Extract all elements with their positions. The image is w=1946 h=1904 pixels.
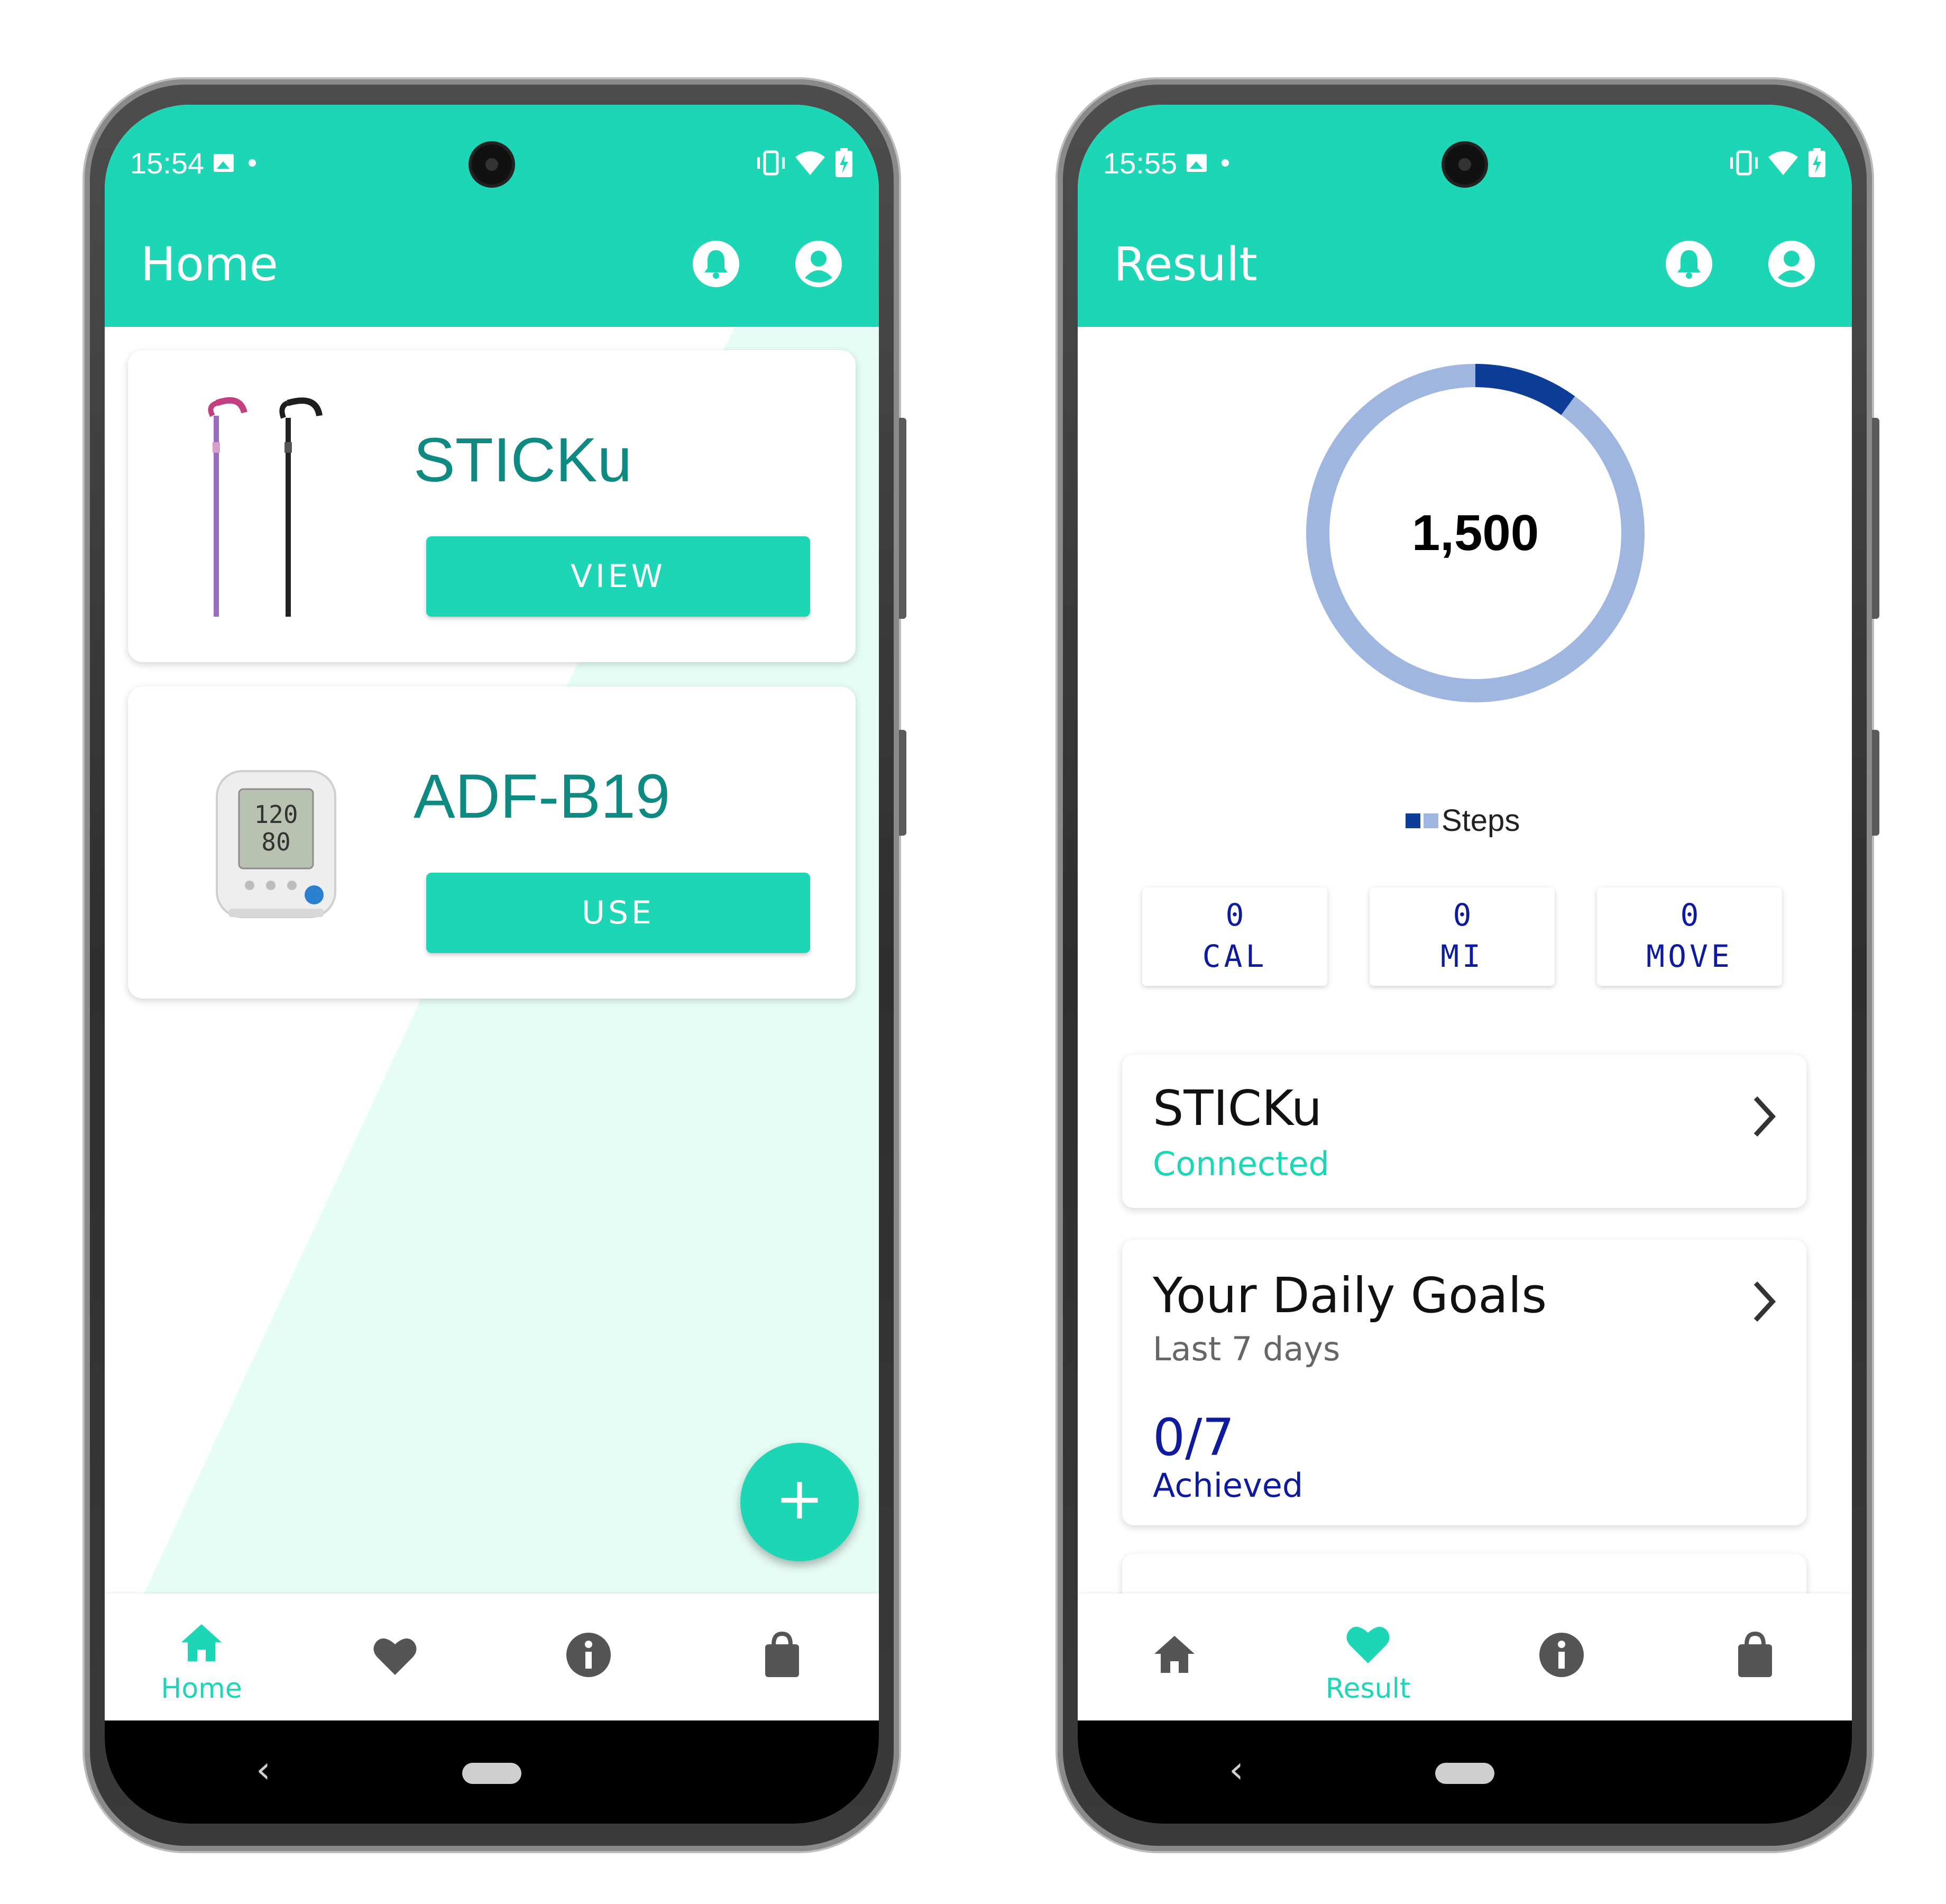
power-button xyxy=(1872,730,1879,836)
walking-cane-image xyxy=(208,397,323,617)
nav-label: Home xyxy=(161,1673,242,1705)
stat-value: 0 xyxy=(1453,897,1472,933)
info-icon xyxy=(566,1633,611,1677)
system-navigation-bar: ‹ xyxy=(1078,1720,1852,1824)
device-card-adf-b19: 120 80 ADF-B19 USE xyxy=(128,686,856,999)
nav-item-info[interactable] xyxy=(492,1594,685,1720)
heart-icon xyxy=(1346,1626,1390,1663)
nav-item-result[interactable]: Result xyxy=(1271,1594,1465,1720)
info-icon xyxy=(1539,1633,1584,1677)
stat-unit: MI xyxy=(1440,938,1484,974)
back-icon[interactable]: ‹ xyxy=(1229,1748,1244,1791)
notification-dot-icon xyxy=(249,159,256,167)
steps-value: 1,500 xyxy=(1411,505,1539,561)
monitor-reading-systolic: 120 xyxy=(254,800,298,829)
shopping-bag-icon xyxy=(765,1631,799,1677)
front-camera xyxy=(472,144,512,185)
phone-result-screen: 15:55 Result 1,500 Steps 0 CAL 0 MI 0 MO… xyxy=(1058,79,1879,1851)
status-time: 15:54 xyxy=(130,146,205,180)
bell-icon[interactable] xyxy=(1665,240,1713,288)
device-title: STICKu xyxy=(1153,1080,1323,1137)
chevron-right-icon xyxy=(1754,1281,1776,1322)
account-icon[interactable] xyxy=(794,240,843,288)
wifi-icon xyxy=(795,151,825,175)
home-pill[interactable] xyxy=(462,1763,521,1784)
back-icon[interactable]: ‹ xyxy=(256,1748,271,1791)
use-button[interactable]: USE xyxy=(426,873,810,953)
bell-icon[interactable] xyxy=(692,240,740,288)
vibrate-icon xyxy=(757,150,785,176)
battery-icon xyxy=(836,148,852,177)
goals-period: Last 7 days xyxy=(1153,1330,1341,1368)
daily-goals-card[interactable]: Your Daily Goals Last 7 days 0/7 Achieve… xyxy=(1122,1240,1806,1525)
stat-unit: CAL xyxy=(1202,938,1268,974)
nav-item-shop[interactable] xyxy=(685,1594,879,1720)
device-card-sticku: STICKu VIEW xyxy=(128,350,856,662)
bottom-navigation: Home xyxy=(105,1594,879,1720)
view-button[interactable]: VIEW xyxy=(426,536,810,617)
device-name: ADF-B19 xyxy=(414,762,671,831)
volume-button xyxy=(1872,418,1879,619)
battery-icon xyxy=(1809,148,1825,177)
system-navigation-bar: ‹ xyxy=(105,1720,879,1824)
app-bar: 15:54 Home xyxy=(105,105,879,327)
stat-move: 0 MOVE xyxy=(1597,887,1782,986)
stat-calories: 0 CAL xyxy=(1142,887,1327,986)
steps-ring: 1,500 xyxy=(1306,364,1645,702)
shopping-bag-icon xyxy=(1738,1631,1772,1677)
volume-button xyxy=(899,418,906,619)
device-list: STICKu VIEW 120 80 ADF-B19 USE xyxy=(105,327,879,1596)
nav-item-health[interactable] xyxy=(298,1594,492,1720)
screen: 15:55 Result 1,500 Steps 0 CAL 0 MI 0 MO… xyxy=(1078,105,1852,1824)
heart-icon xyxy=(373,1638,417,1675)
power-button xyxy=(899,730,906,836)
legend-swatch-light xyxy=(1424,813,1438,828)
add-device-button[interactable]: + xyxy=(740,1443,859,1561)
goals-title: Your Daily Goals xyxy=(1153,1267,1547,1324)
monitor-reading-diastolic: 80 xyxy=(261,828,290,856)
home-icon xyxy=(1154,1636,1195,1673)
home-icon xyxy=(181,1624,222,1661)
stat-value: 0 xyxy=(1680,897,1699,933)
chevron-right-icon xyxy=(1754,1096,1776,1137)
wifi-icon xyxy=(1768,151,1798,175)
vibrate-icon xyxy=(1730,150,1758,176)
stat-miles: 0 MI xyxy=(1370,887,1555,986)
bottom-navigation: Result xyxy=(1078,1594,1852,1720)
notification-dot-icon xyxy=(1222,159,1229,167)
front-camera xyxy=(1445,144,1485,185)
nav-item-home[interactable]: Home xyxy=(105,1594,298,1720)
home-pill[interactable] xyxy=(1435,1763,1494,1784)
device-status-card[interactable]: STICKu Connected xyxy=(1122,1055,1806,1208)
image-notification-icon xyxy=(1187,154,1207,172)
status-time: 15:55 xyxy=(1103,146,1178,180)
goals-label: Achieved xyxy=(1153,1466,1304,1505)
app-bar: 15:55 Result xyxy=(1078,105,1852,327)
chart-legend: Steps xyxy=(1406,803,1520,838)
page-title: Home xyxy=(141,237,278,291)
legend-label: Steps xyxy=(1442,803,1520,838)
page-title: Result xyxy=(1114,237,1257,291)
stat-value: 0 xyxy=(1225,897,1244,933)
nav-item-home[interactable] xyxy=(1078,1594,1271,1720)
phone-home-screen: 15:54 Home STICKu VIEW 120 80 ADF-B19 US… xyxy=(85,79,906,1851)
nav-label: Result xyxy=(1325,1673,1411,1705)
account-icon[interactable] xyxy=(1767,240,1816,288)
blood-pressure-monitor-image: 120 80 xyxy=(216,770,336,918)
stat-unit: MOVE xyxy=(1646,938,1733,974)
connection-status: Connected xyxy=(1153,1145,1329,1183)
device-name: STICKu xyxy=(414,425,632,495)
image-notification-icon xyxy=(214,154,234,172)
nav-item-shop[interactable] xyxy=(1658,1594,1852,1720)
legend-swatch-dark xyxy=(1406,813,1420,828)
nav-item-info[interactable] xyxy=(1465,1594,1658,1720)
screen: 15:54 Home STICKu VIEW 120 80 ADF-B19 US… xyxy=(105,105,879,1824)
goals-value: 0/7 xyxy=(1153,1408,1235,1467)
